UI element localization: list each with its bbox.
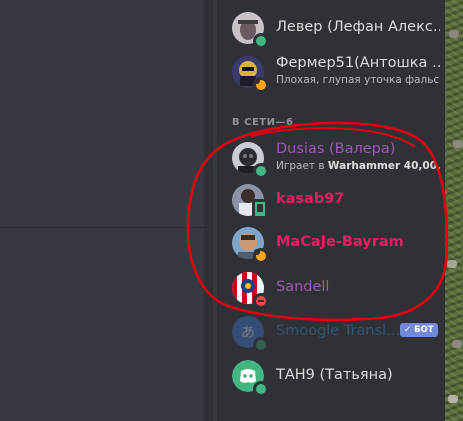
svg-text:あ: あ [241, 325, 255, 341]
chat-divider [0, 227, 204, 228]
member-name: Фермер51(Антошка … [276, 55, 440, 71]
member-name: Smoogle Transl… [276, 323, 401, 339]
member-activity: Плохая, глупая уточка фальс… [276, 74, 440, 86]
status-online-icon [253, 163, 269, 179]
member-name: Левер (Лефан Алекс… [276, 19, 440, 35]
member-activity: Играет в Warhammer 40,00… [276, 160, 440, 172]
status-online-icon [253, 33, 269, 49]
member-item-lever[interactable]: Левер (Лефан Алекс… [229, 7, 441, 49]
member-item-macaje-bayram[interactable]: MaCaJe-Bayram [229, 222, 441, 264]
member-name: kasab97 [276, 191, 345, 207]
member-item-kasab97[interactable]: kasab97 [229, 179, 441, 221]
status-online-icon [253, 381, 269, 397]
status-idle-icon [253, 77, 269, 93]
member-item-dusias[interactable]: Dusias (Валера) Играет в Warhammer 40,00… [229, 137, 441, 179]
member-item-tan9[interactable]: ТАН9 (Татьяна) [229, 355, 441, 397]
chat-scrollbar[interactable] [204, 0, 213, 421]
member-item-fermer51[interactable]: Фермер51(Антошка … Плохая, глупая уточка… [229, 51, 441, 93]
status-idle-icon [253, 248, 269, 264]
status-online-icon [253, 337, 269, 353]
status-dnd-icon [253, 293, 269, 309]
member-name: Dusias (Валера) [276, 141, 396, 157]
background-image-strip [445, 0, 463, 421]
member-name: ТАН9 (Татьяна) [276, 367, 393, 383]
status-mobile-icon [252, 199, 268, 219]
online-section-header: В СЕТИ—6 [232, 117, 294, 128]
bot-badge: ✓ БОТ [400, 323, 438, 337]
member-name: MaCaJe-Bayram [276, 234, 404, 250]
chat-area [0, 0, 217, 421]
member-name: Sandell [276, 279, 330, 295]
member-item-sandell[interactable]: Sandell [229, 267, 441, 309]
